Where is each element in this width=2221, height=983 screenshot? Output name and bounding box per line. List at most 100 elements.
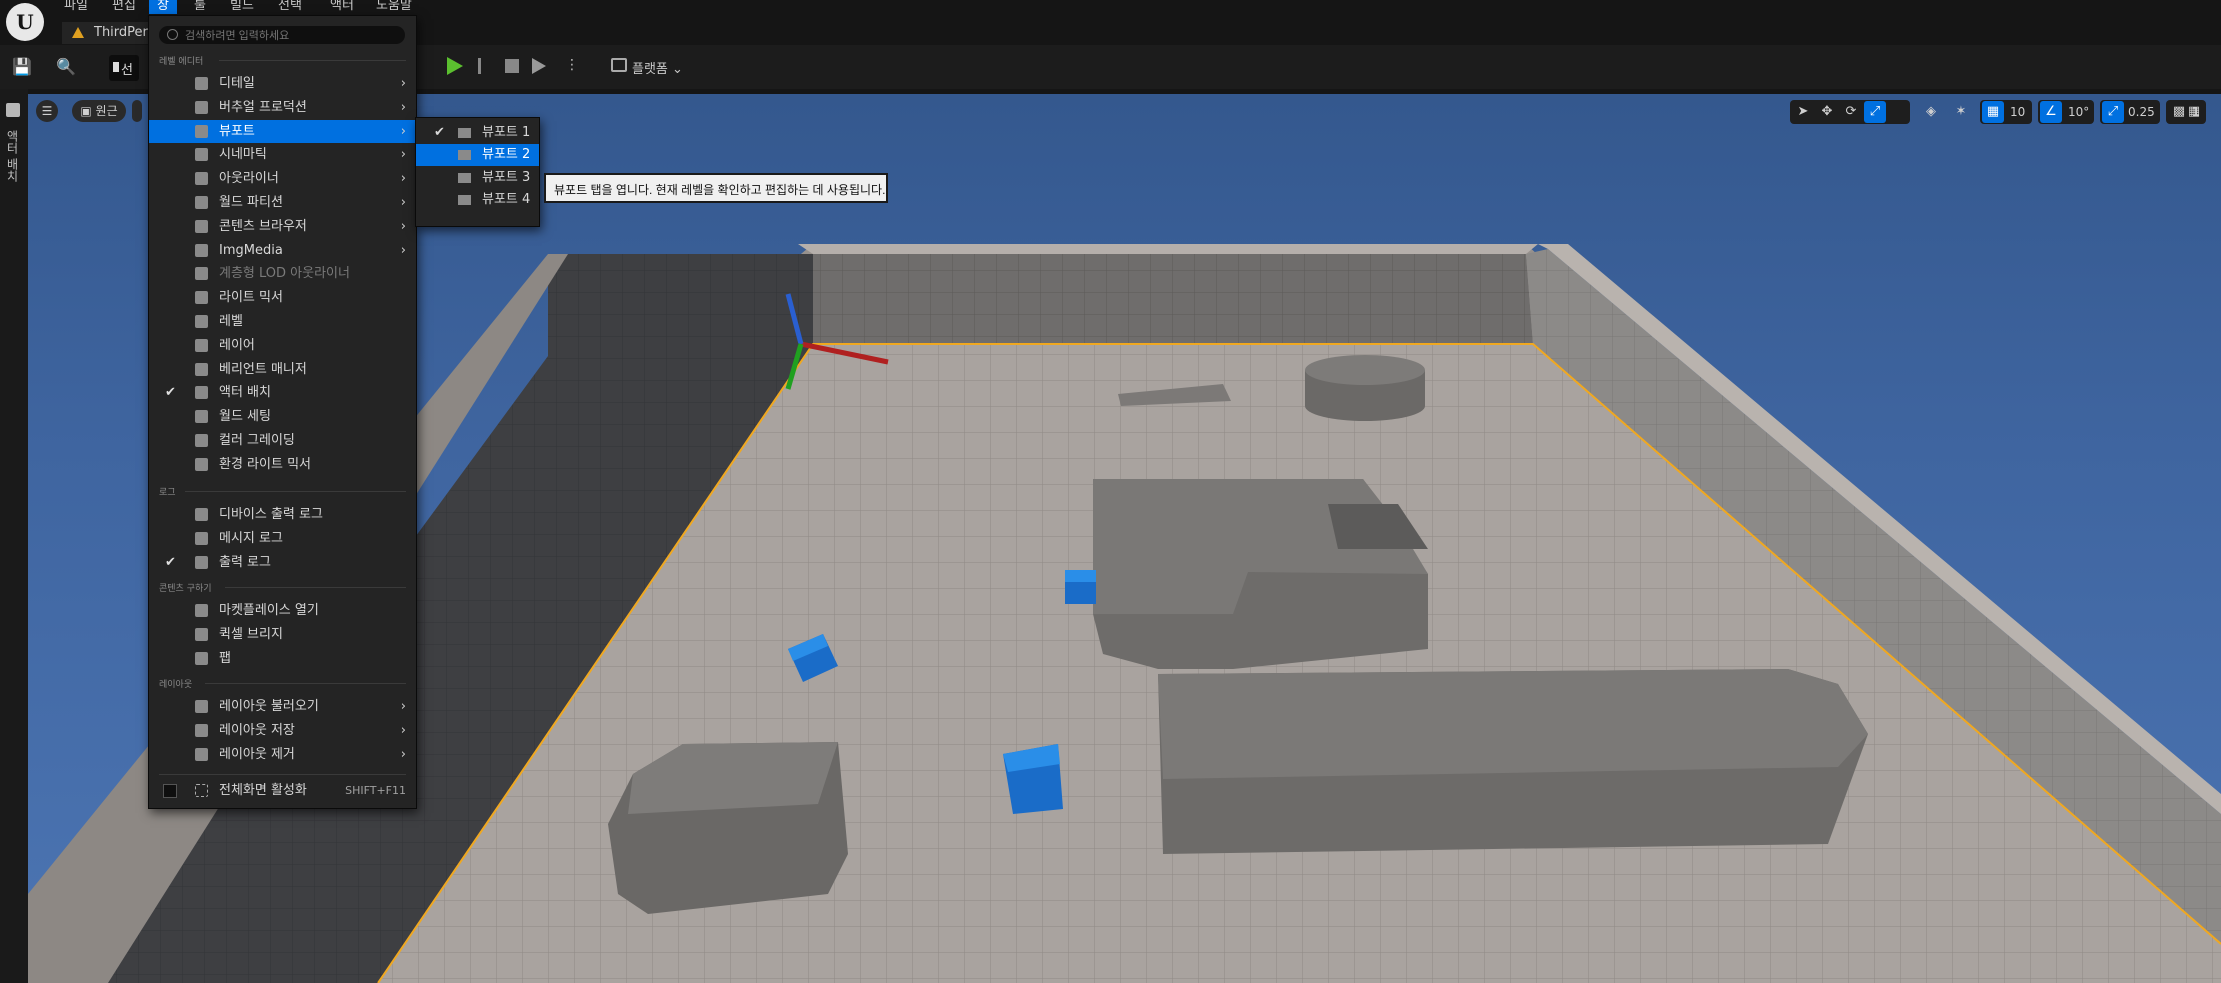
menu-item[interactable]: 베리언트 매니저: [149, 358, 416, 381]
menu-select[interactable]: 선택: [270, 0, 310, 14]
menu-item[interactable]: 월드 세팅: [149, 405, 416, 428]
viewport-icon: [195, 124, 208, 138]
menu-item[interactable]: ImgMedia ›: [149, 239, 416, 262]
view-mode-button[interactable]: [132, 100, 142, 122]
menu-item[interactable]: 레이어: [149, 334, 416, 357]
chevron-right-icon: ›: [400, 722, 406, 738]
step-icon[interactable]: [478, 58, 492, 74]
platform-icon: [611, 58, 627, 72]
menu-item[interactable]: 버추얼 프로덕션 ›: [149, 96, 416, 119]
viewport-layout-icon[interactable]: ▦: [2183, 101, 2205, 123]
clapper-icon: [195, 148, 208, 162]
menu-item[interactable]: 아웃라이너 ›: [149, 167, 416, 190]
transform-tools: ➤ ✥ ⟳ ⤢: [1790, 100, 1910, 124]
perspective-button[interactable]: ▣ 원근: [72, 100, 126, 122]
viewport-menu-button[interactable]: ☰: [36, 100, 58, 122]
move-tool-icon[interactable]: ✥: [1816, 101, 1838, 123]
fullscreen-checkbox[interactable]: [163, 784, 177, 798]
grid-snap-value[interactable]: 10: [2010, 101, 2025, 123]
scale-snap-value[interactable]: 0.25: [2128, 101, 2155, 123]
menu-item[interactable]: 시네마틱 ›: [149, 143, 416, 166]
layout-remove-icon: [195, 747, 208, 761]
menu-item[interactable]: 마켓플레이스 열기: [149, 599, 416, 622]
menu-item-label: 레벨: [219, 314, 243, 329]
pencil-icon: [195, 77, 208, 90]
submenu-item-viewport[interactable]: 뷰포트 2: [416, 144, 539, 167]
camera-icon: [195, 100, 208, 114]
film-icon: [195, 243, 208, 257]
menu-item[interactable]: 메시지 로그: [149, 527, 416, 550]
fullscreen-item[interactable]: 전체화면 활성화 SHIFT+F11: [149, 779, 416, 802]
eject-icon[interactable]: [532, 58, 546, 74]
check-icon: ✔: [165, 554, 176, 570]
variant-icon: [195, 362, 208, 376]
place-actor-icon[interactable]: [6, 103, 20, 117]
section-content: 콘텐츠 구하기: [159, 584, 212, 594]
stop-icon[interactable]: [505, 59, 519, 73]
chevron-right-icon: ›: [400, 147, 406, 163]
rotation-snap-icon[interactable]: ∠: [2040, 101, 2062, 123]
menu-actor[interactable]: 액터: [322, 0, 362, 14]
left-panel-strip: [0, 89, 28, 983]
menu-item[interactable]: 퀵셀 브리지: [149, 623, 416, 646]
select-tool-icon[interactable]: ➤: [1792, 101, 1814, 123]
menu-search-input[interactable]: [183, 27, 397, 45]
menu-item[interactable]: ✔ 출력 로그: [149, 551, 416, 574]
menu-item[interactable]: 디테일 ›: [149, 72, 416, 95]
menu-item-label: 컬러 그레이딩: [219, 433, 295, 448]
menu-search[interactable]: [159, 26, 405, 45]
menu-item[interactable]: 라이트 믹서: [149, 286, 416, 309]
menu-item[interactable]: 레벨: [149, 310, 416, 333]
layout-save-icon: [195, 723, 208, 737]
section-level-editor: 레벨 에디터: [159, 57, 204, 67]
level-tab-label: ThirdPers: [94, 25, 155, 40]
menu-item[interactable]: 레이아웃 불러오기 ›: [149, 695, 416, 718]
play-icon[interactable]: [447, 57, 463, 75]
place-actors-tab[interactable]: 액터 배치: [4, 130, 21, 182]
menu-item[interactable]: 콘텐츠 브라우저 ›: [149, 215, 416, 238]
perspective-label: 원근: [95, 104, 118, 118]
grid-snap-icon[interactable]: ▦: [1982, 101, 2004, 123]
rotate-tool-icon[interactable]: ⟳: [1840, 101, 1862, 123]
mode-icon: [113, 62, 119, 72]
menu-item[interactable]: 뷰포트 ›: [149, 119, 416, 143]
world-local-icon[interactable]: ◈: [1920, 101, 1942, 123]
menu-file[interactable]: 파일: [56, 0, 96, 14]
window-menu: 레벨 에디터 디테일›버추얼 프로덕션›뷰포트›시네마틱›아웃라이너›월드 파티…: [148, 15, 417, 809]
submenu-item-label: 뷰포트 4: [482, 192, 531, 208]
menu-build[interactable]: 빌드: [222, 0, 262, 14]
chevron-right-icon: ›: [400, 699, 406, 714]
play-options-icon[interactable]: ⋮: [565, 57, 579, 73]
menu-item[interactable]: 디바이스 출력 로그: [149, 503, 416, 526]
menu-item[interactable]: 월드 파티션 ›: [149, 191, 416, 214]
scale-tool-icon[interactable]: ⤢: [1864, 101, 1886, 123]
menu-item[interactable]: 컬러 그레이딩: [149, 429, 416, 452]
mode-selector[interactable]: 선: [109, 55, 139, 81]
platforms-button[interactable]: 플랫폼 ⌄: [632, 58, 683, 77]
save-icon[interactable]: 💾: [12, 57, 32, 77]
menu-item[interactable]: 레이아웃 제거 ›: [149, 743, 416, 766]
right-block-top: [1158, 669, 1868, 779]
menu-item[interactable]: ✔ 액터 배치: [149, 381, 416, 404]
menu-item[interactable]: 팹: [149, 647, 416, 670]
menu-tools[interactable]: 툴: [186, 0, 214, 14]
viewport-icon: [458, 195, 471, 206]
menu-help[interactable]: 도움말: [368, 0, 420, 14]
submenu-item-viewport[interactable]: 뷰포트 4: [416, 189, 539, 211]
menu-item[interactable]: 레이아웃 저장 ›: [149, 719, 416, 742]
chevron-right-icon: ›: [400, 99, 406, 115]
surface-snap-icon[interactable]: ✶: [1950, 101, 1972, 123]
menu-edit[interactable]: 편집: [104, 0, 144, 14]
menu-item[interactable]: 환경 라이트 믹서: [149, 453, 416, 476]
content-browser-icon[interactable]: 🔍: [56, 57, 76, 77]
light-icon: [195, 291, 208, 305]
rotation-snap-value[interactable]: 10°: [2068, 101, 2089, 123]
scale-snap-icon[interactable]: ⤢: [2102, 101, 2124, 123]
unreal-logo-icon[interactable]: U: [6, 3, 44, 41]
grid-snap-group: ▦ 10: [1980, 100, 2032, 124]
chevron-right-icon: ›: [400, 746, 406, 762]
submenu-item-viewport[interactable]: 뷰포트 3: [416, 167, 539, 189]
menu-window[interactable]: 창: [149, 0, 177, 14]
submenu-item-label: 뷰포트 1: [482, 125, 531, 140]
submenu-item-viewport[interactable]: ✔ 뷰포트 1: [416, 122, 539, 144]
